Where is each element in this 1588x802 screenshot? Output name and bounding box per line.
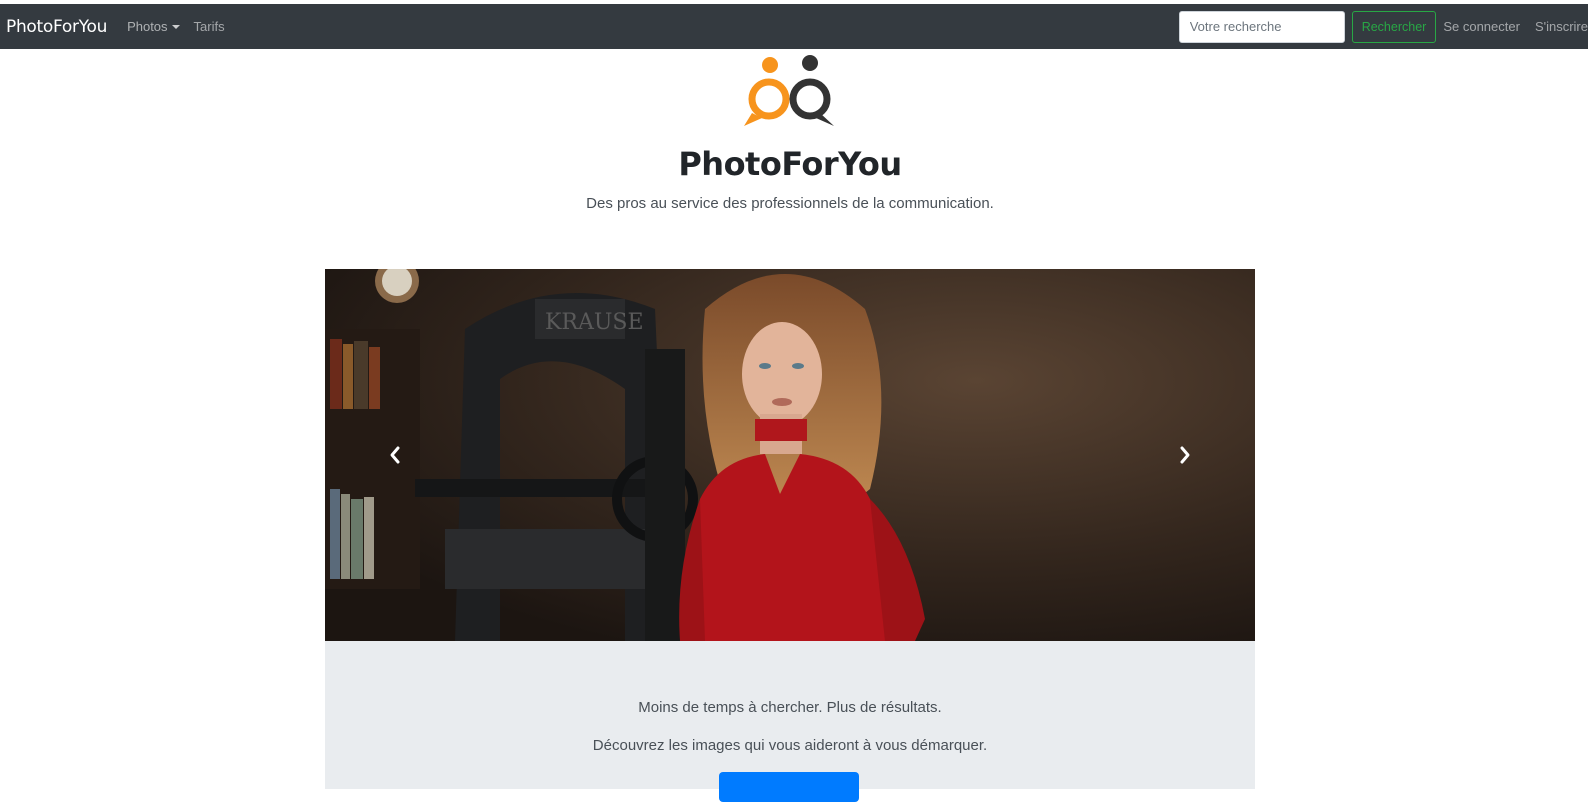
carousel-next-button[interactable] bbox=[1170, 437, 1200, 473]
tarifs-link[interactable]: Tarifs bbox=[194, 19, 225, 34]
info-headline: Moins de temps à chercher. Plus de résul… bbox=[638, 699, 942, 716]
photos-dropdown-label: Photos bbox=[127, 19, 168, 34]
navbar-right: Rechercher Se connecter S'inscrire bbox=[1178, 4, 1588, 49]
carousel-image: KRAUSE bbox=[325, 269, 1255, 641]
login-link[interactable]: Se connecter bbox=[1443, 19, 1520, 34]
photos-dropdown[interactable]: Photos bbox=[127, 19, 180, 34]
brand-link[interactable]: PhotoForYou bbox=[6, 17, 107, 37]
site-logo bbox=[742, 53, 838, 129]
info-subtext: Découvrez les images qui vous aideront à… bbox=[592, 737, 988, 754]
svg-text:KRAUSE: KRAUSE bbox=[545, 310, 644, 335]
chevron-left-icon bbox=[390, 446, 400, 464]
search-input[interactable] bbox=[1178, 10, 1345, 43]
search-button[interactable]: Rechercher bbox=[1351, 10, 1437, 43]
page-title: PhotoForYou bbox=[678, 145, 902, 183]
image-carousel: KRAUSE bbox=[325, 269, 1255, 641]
caret-down-icon bbox=[171, 25, 180, 29]
info-section: Moins de temps à chercher. Plus de résul… bbox=[325, 641, 1255, 802]
tagline: Des pros au service des professionnels d… bbox=[586, 195, 994, 212]
cta-button[interactable] bbox=[719, 772, 859, 802]
top-navbar: PhotoForYou Photos Tarifs Rechercher Se … bbox=[0, 4, 1588, 49]
signup-link[interactable]: S'inscrire bbox=[1535, 19, 1588, 34]
chevron-right-icon bbox=[1180, 446, 1190, 464]
carousel-prev-button[interactable] bbox=[380, 437, 410, 473]
